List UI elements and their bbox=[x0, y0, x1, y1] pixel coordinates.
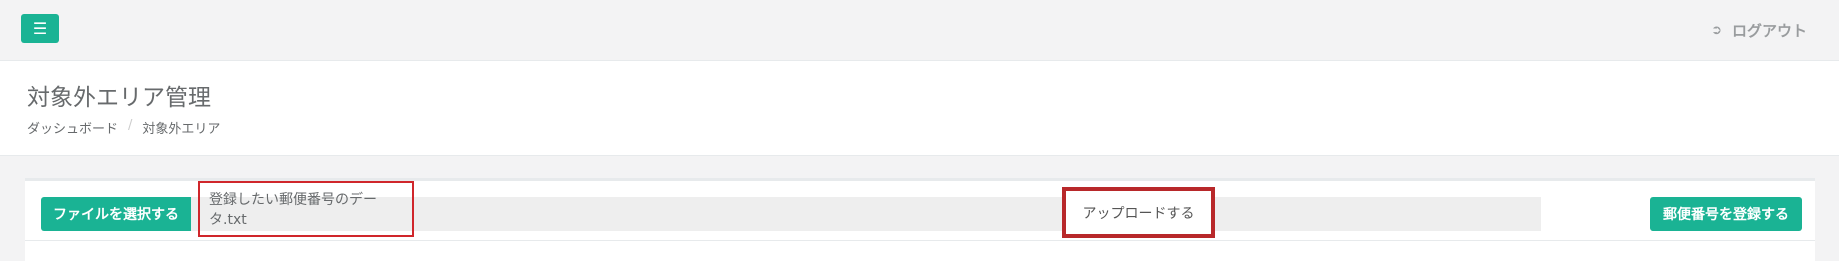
choose-file-button[interactable]: ファイルを選択する bbox=[41, 197, 191, 231]
breadcrumb-item-dashboard[interactable]: ダッシュボード bbox=[27, 118, 118, 137]
page-heading: 対象外エリア管理 ダッシュボード / 対象外エリア bbox=[0, 61, 1839, 156]
page-title: 対象外エリア管理 bbox=[27, 85, 211, 111]
upload-panel: ファイルを選択する 登録したい郵便番号のデータ.txt アップロードする 郵便番… bbox=[25, 178, 1815, 261]
menu-toggle-button[interactable]: ☰ bbox=[21, 14, 59, 43]
register-postal-code-button[interactable]: 郵便番号を登録する bbox=[1650, 197, 1802, 231]
breadcrumb: ダッシュボード / 対象外エリア bbox=[27, 118, 220, 137]
upload-button[interactable]: アップロードする bbox=[1062, 187, 1215, 238]
breadcrumb-item-current: 対象外エリア bbox=[142, 122, 221, 137]
breadcrumb-separator: / bbox=[128, 118, 133, 133]
hamburger-icon: ☰ bbox=[32, 18, 48, 38]
logout-link[interactable]: ➲ ログアウト bbox=[1711, 20, 1807, 41]
selected-file-name: 登録したい郵便番号のデータ.txt bbox=[198, 181, 414, 237]
top-navbar: ☰ ➲ ログアウト bbox=[0, 0, 1839, 61]
divider bbox=[25, 240, 1815, 241]
logout-label: ログアウト bbox=[1731, 22, 1807, 40]
sign-out-icon: ➲ bbox=[1711, 23, 1722, 38]
